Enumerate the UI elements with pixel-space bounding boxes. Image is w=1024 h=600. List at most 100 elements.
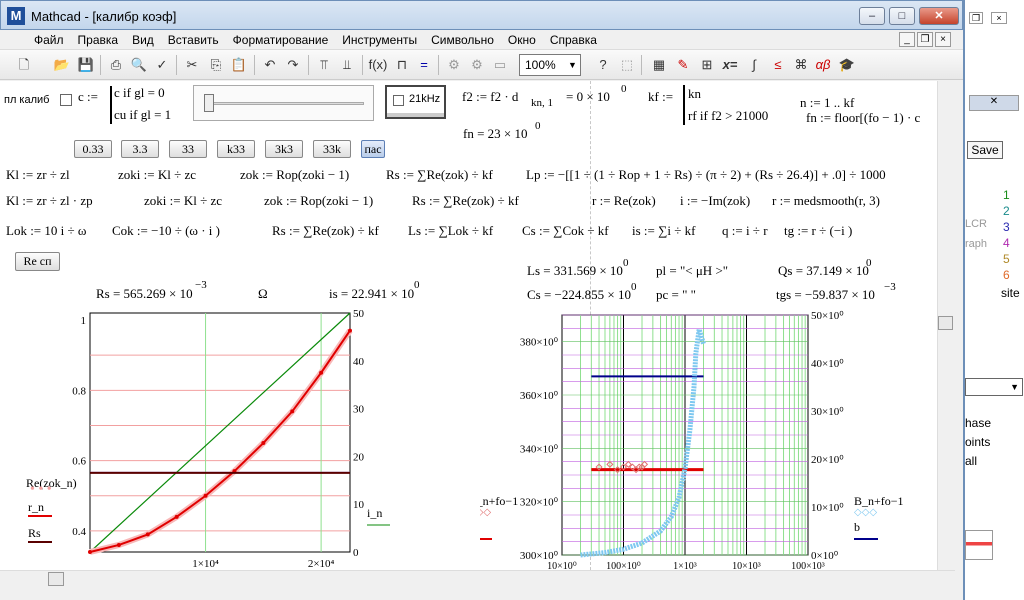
re-sp-button[interactable]: Re сп (15, 252, 60, 271)
bg-save-button[interactable]: Save (967, 141, 1003, 159)
calculus-toolbar-icon[interactable]: ∫ (744, 55, 764, 75)
greek-toolbar-icon[interactable]: αβ (813, 55, 833, 75)
align-top-icon[interactable]: ⫪ (314, 55, 334, 75)
chart2-y2tick-2: 20×10⁰ (811, 454, 844, 466)
vertical-scroll-thumb[interactable] (938, 316, 953, 330)
bg-lcr-label: LCR (965, 218, 988, 230)
bg-restore-icon[interactable]: ❐ (969, 12, 983, 24)
mathcad-app-icon[interactable]: M (7, 7, 25, 25)
button-3-3[interactable]: 3.3 (121, 140, 159, 158)
insert-function-icon[interactable]: f(x) (368, 55, 388, 75)
doc-close-button[interactable]: × (935, 32, 951, 47)
menu-view[interactable]: Вид (125, 30, 161, 50)
bg-list-6: 6 (1003, 268, 1010, 282)
doc-minimize-button[interactable]: _ (899, 32, 915, 47)
menu-help[interactable]: Справка (543, 30, 604, 50)
chevron-down-icon[interactable]: ▼ (565, 55, 580, 75)
menu-window[interactable]: Окно (501, 30, 543, 50)
chart1-point-8 (319, 370, 324, 375)
calculator-toolbar-icon[interactable]: ▦ (649, 55, 669, 75)
bg-close-icon[interactable]: × (991, 12, 1007, 24)
chart1-ytick-1: 0.6 (72, 456, 86, 468)
programming-toolbar-icon[interactable]: ⌘ (791, 55, 811, 75)
horizontal-scroll-thumb[interactable] (48, 572, 64, 586)
cut-icon[interactable]: ✂ (182, 55, 202, 75)
window-icon[interactable]: ▭ (490, 55, 510, 75)
kalib-label: пл калиб (4, 94, 50, 106)
maximize-button[interactable]: □ (889, 7, 915, 25)
horizontal-scrollbar[interactable] (0, 570, 955, 588)
button-k33[interactable]: k33 (217, 140, 255, 158)
matrix-toolbar-icon[interactable]: ⊞ (697, 55, 717, 75)
chart1-y2tick-4: 40 (353, 356, 365, 368)
chart1-legend-i: i_n (367, 506, 382, 520)
symbolic-toolbar-icon[interactable]: 🎓 (837, 55, 857, 75)
worksheet[interactable]: пл калиб c := c if gl = 0 cu if gl = 1 2… (0, 81, 937, 570)
graph-toolbar-icon[interactable]: ✎ (673, 55, 693, 75)
eq-q: q := i ÷ r (722, 223, 768, 238)
button-0-33[interactable]: 0.33 (74, 140, 112, 158)
chart1-ytick-2: 0.8 (72, 385, 86, 397)
button-pas[interactable]: пас (361, 140, 385, 158)
chart1-xtick-0: 1×10⁴ (192, 558, 219, 570)
bg-phase-label: hase (965, 416, 992, 430)
undo-icon[interactable]: ↶ (260, 55, 280, 75)
button-33k[interactable]: 33k (313, 140, 351, 158)
bg-all-label: all (965, 454, 978, 468)
chart1-y2tick-1: 10 (353, 499, 365, 511)
close-button[interactable]: ✕ (919, 7, 959, 25)
new-document-icon[interactable]: 🗋 (14, 55, 34, 75)
print-icon[interactable]: ⎙ (106, 55, 126, 75)
button-33[interactable]: 33 (169, 140, 207, 158)
bg-dropdown[interactable]: ▼ (965, 378, 1023, 396)
bg-panel-close-icon[interactable]: ✕ (969, 95, 1019, 111)
copy-icon[interactable]: ⎘ (206, 55, 226, 75)
paste-icon[interactable]: 📋 (229, 55, 249, 75)
kalib-checkbox[interactable] (60, 94, 72, 106)
eq-lok: Lok := 10 i ÷ ω (6, 223, 87, 238)
chart2-ytick-4: 380×10⁰ (520, 337, 559, 349)
help-icon[interactable]: ? (593, 55, 613, 75)
spellcheck-icon[interactable]: ✓ (152, 55, 172, 75)
print-preview-icon[interactable]: 🔍 (129, 55, 149, 75)
calculate-icon[interactable]: = (414, 55, 434, 75)
lcr-chart[interactable]: 300×10⁰320×10⁰340×10⁰360×10⁰380×10⁰0×10⁰… (480, 297, 920, 570)
menu-insert[interactable]: Вставить (161, 30, 226, 50)
menu-bar: Файл Правка Вид Вставить Форматирование Инстр… (0, 30, 963, 50)
menu-format[interactable]: Форматирование (226, 30, 336, 50)
evaluation-toolbar-icon[interactable]: x= (720, 55, 740, 75)
save-icon[interactable]: 💾 (76, 55, 96, 75)
button-3k3[interactable]: 3k3 (265, 140, 303, 158)
insert-unit-icon[interactable]: ⊓ (392, 55, 412, 75)
menu-tools[interactable]: Инструменты (335, 30, 424, 50)
menu-symbolics[interactable]: Символьно (424, 30, 501, 50)
chart2-ytick-3: 360×10⁰ (520, 390, 559, 402)
fn-value: fn = 23 × 10 (463, 126, 528, 141)
chart1-y2tick-5: 50 (353, 308, 365, 320)
kf-case-1: kn (688, 86, 701, 101)
f2-subscript: kn, 1 (531, 97, 553, 109)
bg-red-indicator (965, 530, 993, 560)
bg-site-label: site (1001, 286, 1020, 300)
minimize-button[interactable]: – (859, 7, 885, 25)
resource-center-icon[interactable]: ⬚ (617, 55, 637, 75)
open-folder-icon[interactable]: 📂 (52, 55, 72, 75)
chart2-xtick-2: 1×10³ (673, 561, 697, 570)
slider-thumb[interactable] (204, 94, 214, 112)
frequency-label: 21kHz (409, 93, 441, 105)
resource-icon[interactable]: ⚙ (467, 55, 487, 75)
frequency-listbox[interactable]: 21kHz (385, 85, 446, 119)
window-title: Mathcad - [калибр коэф] (31, 9, 177, 24)
impedance-chart[interactable]: 0.40.60.81010203040501×10⁴ 2×10⁴Re(zok_n)… (0, 297, 470, 570)
gain-slider[interactable] (193, 85, 374, 121)
menu-file[interactable]: Файл (0, 30, 71, 50)
align-down-icon[interactable]: ⫫ (337, 55, 357, 75)
menu-edit[interactable]: Правка (71, 30, 126, 50)
chart1-point-3 (174, 514, 179, 519)
component-icon[interactable]: ⚙ (444, 55, 464, 75)
eq-is: is := ∑i ÷ kf (632, 223, 696, 238)
doc-restore-button[interactable]: ❐ (917, 32, 933, 47)
boolean-toolbar-icon[interactable]: ≤ (768, 55, 788, 75)
redo-icon[interactable]: ↷ (283, 55, 303, 75)
eq-lp: Lp := −[[1 ÷ (1 ÷ Rop + 1 ÷ Rs) ÷ (π ÷ 2… (526, 167, 886, 182)
